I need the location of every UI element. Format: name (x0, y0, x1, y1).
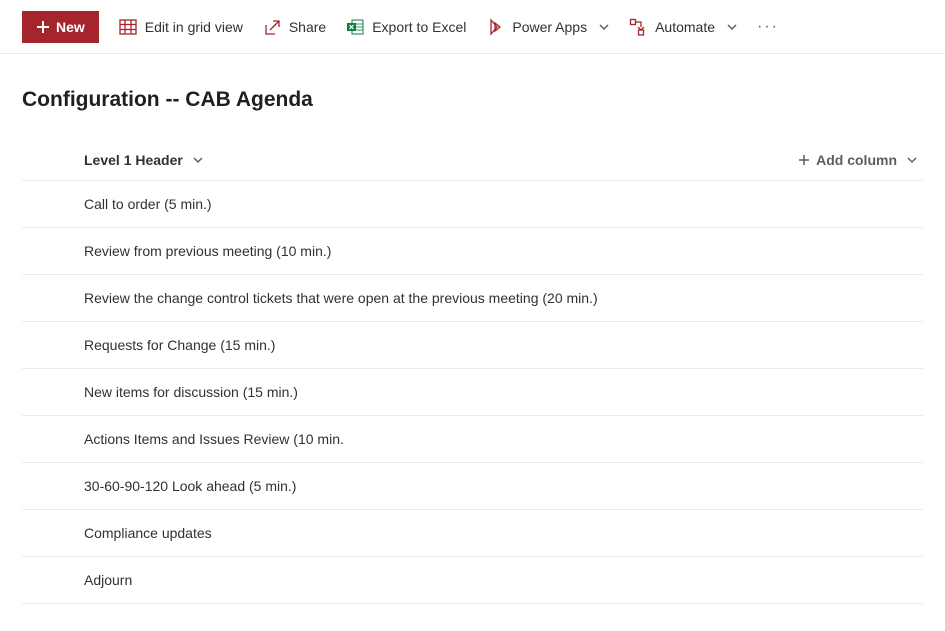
column-header-label: Level 1 Header (84, 152, 183, 168)
column-header-level1[interactable]: Level 1 Header (84, 152, 203, 168)
share-button[interactable]: Share (263, 18, 326, 36)
export-excel-button[interactable]: Export to Excel (346, 18, 466, 36)
list-header-row: Level 1 Header Add column (22, 140, 923, 181)
power-apps-button[interactable]: Power Apps (486, 18, 609, 36)
grid-icon (119, 18, 137, 36)
edit-grid-label: Edit in grid view (145, 19, 243, 35)
excel-icon (346, 18, 364, 36)
list-item-text: Requests for Change (15 min.) (84, 337, 275, 353)
add-column-button[interactable]: Add column (798, 152, 923, 168)
list-item-text: Call to order (5 min.) (84, 196, 212, 212)
list-item-text: Actions Items and Issues Review (10 min. (84, 431, 344, 447)
list-item[interactable]: Actions Items and Issues Review (10 min. (22, 416, 923, 463)
share-icon (263, 18, 281, 36)
power-apps-icon (486, 18, 504, 36)
share-label: Share (289, 19, 326, 35)
chevron-down-icon (723, 22, 737, 32)
chevron-down-icon (903, 155, 917, 165)
list-item[interactable]: Review from previous meeting (10 min.) (22, 228, 923, 275)
list-item[interactable]: 30-60-90-120 Look ahead (5 min.) (22, 463, 923, 510)
list-body: Call to order (5 min.) Review from previ… (22, 181, 923, 604)
list-item[interactable]: New items for discussion (15 min.) (22, 369, 923, 416)
chevron-down-icon (189, 155, 203, 165)
page-title: Configuration -- CAB Agenda (22, 88, 923, 112)
edit-grid-button[interactable]: Edit in grid view (119, 18, 243, 36)
new-button[interactable]: New (22, 11, 99, 43)
more-label: ··· (757, 18, 779, 35)
command-bar: New Edit in grid view Share (0, 0, 945, 54)
automate-button[interactable]: Automate (629, 18, 737, 36)
chevron-down-icon (595, 22, 609, 32)
content-area: Configuration -- CAB Agenda Level 1 Head… (0, 88, 945, 604)
list-item-text: Review from previous meeting (10 min.) (84, 243, 331, 259)
power-apps-label: Power Apps (512, 19, 587, 35)
list-item[interactable]: Compliance updates (22, 510, 923, 557)
list-item-text: 30-60-90-120 Look ahead (5 min.) (84, 478, 296, 494)
list-item-text: Review the change control tickets that w… (84, 290, 598, 306)
list-item[interactable]: Call to order (5 min.) (22, 181, 923, 228)
flow-icon (629, 18, 647, 36)
new-button-label: New (56, 19, 85, 35)
plus-icon (798, 154, 810, 166)
list-item-text: Compliance updates (84, 525, 212, 541)
plus-icon (36, 20, 50, 34)
export-excel-label: Export to Excel (372, 19, 466, 35)
list-item-text: Adjourn (84, 572, 132, 588)
list-item[interactable]: Adjourn (22, 557, 923, 604)
list-item[interactable]: Review the change control tickets that w… (22, 275, 923, 322)
more-actions-button[interactable]: ··· (757, 18, 779, 36)
list-item-text: New items for discussion (15 min.) (84, 384, 298, 400)
automate-label: Automate (655, 19, 715, 35)
add-column-label: Add column (816, 152, 897, 168)
list-item[interactable]: Requests for Change (15 min.) (22, 322, 923, 369)
